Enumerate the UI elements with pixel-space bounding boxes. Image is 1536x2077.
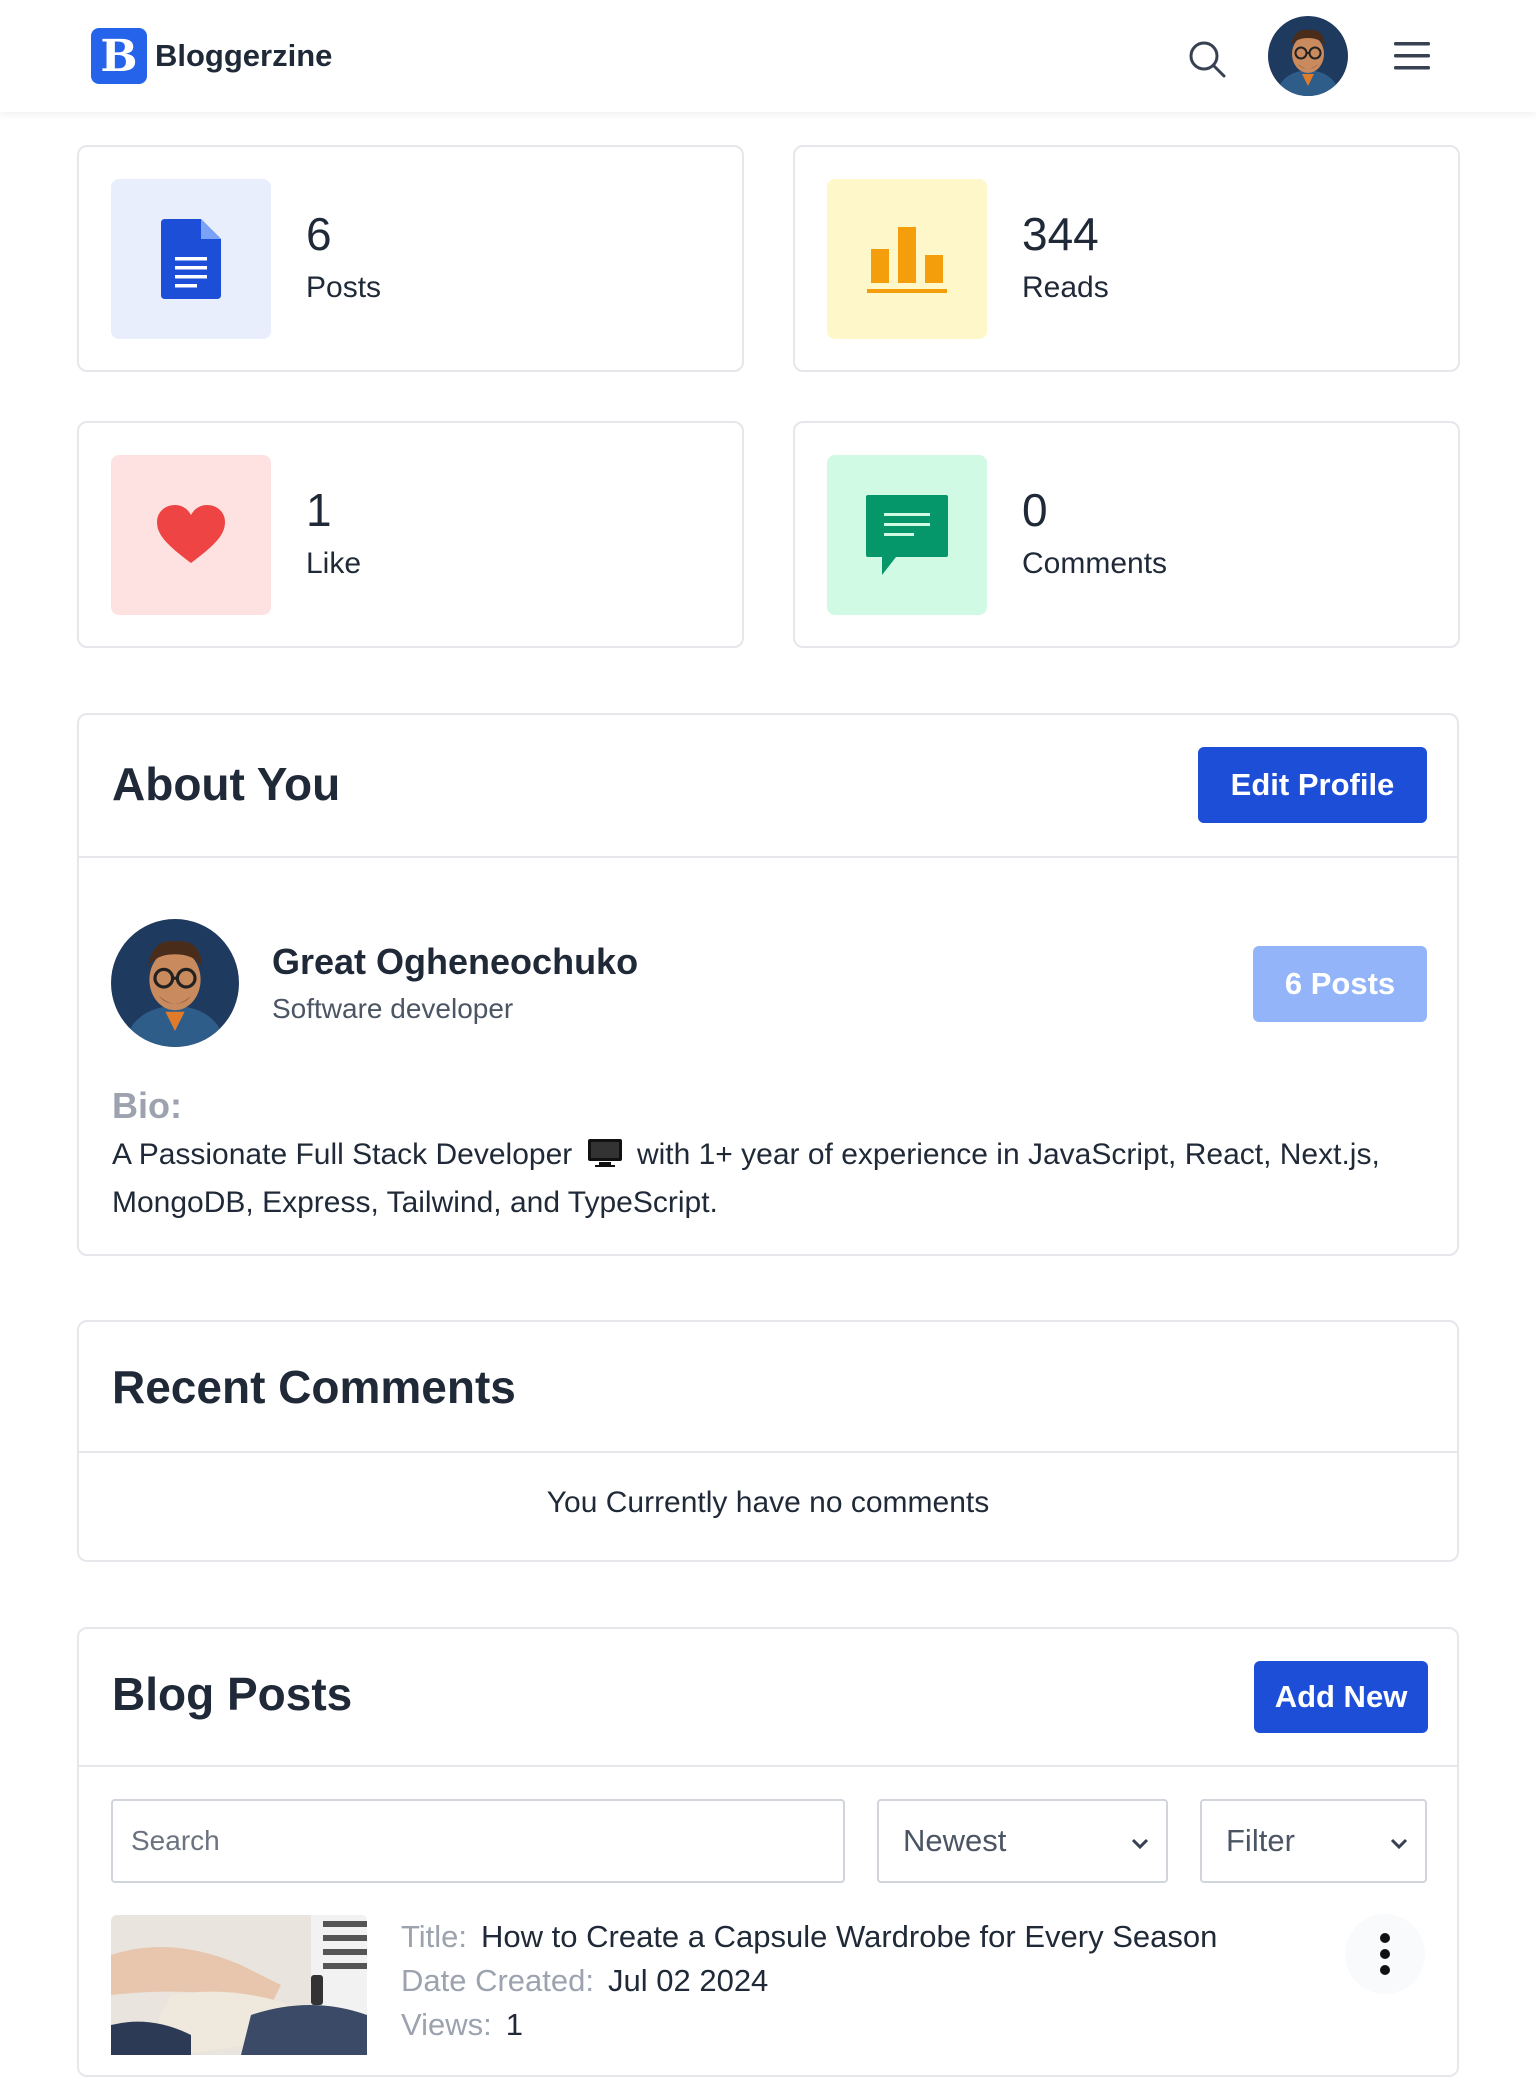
chevron-down-icon	[1131, 1838, 1149, 1850]
edit-profile-button[interactable]: Edit Profile	[1198, 747, 1427, 823]
about-title: About You	[112, 758, 341, 810]
profile-role: Software developer	[272, 993, 514, 1024]
divider	[79, 856, 1457, 858]
sort-select[interactable]: Newest	[877, 1799, 1168, 1883]
recent-comments-card: Recent Comments You Currently have no co…	[77, 1320, 1459, 1562]
comment-icon	[827, 455, 987, 615]
comments-label: Comments	[1022, 547, 1168, 580]
filter-select[interactable]: Filter	[1200, 1799, 1427, 1883]
post-views-row: Views: 1	[401, 2007, 523, 2043]
heart-icon	[111, 455, 271, 615]
reads-label: Reads	[1022, 271, 1109, 304]
no-comments-text: You Currently have no comments	[546, 1486, 990, 1519]
about-you-card: About You Edit Profile Great Ogheneochuk…	[77, 713, 1459, 1256]
stat-card-comments: 0 Comments	[793, 421, 1460, 648]
divider	[79, 1451, 1457, 1453]
blog-posts-title: Blog Posts	[112, 1668, 353, 1720]
user-avatar[interactable]	[1268, 16, 1348, 96]
logo-icon: B	[91, 28, 147, 84]
post-options-icon[interactable]	[1345, 1914, 1425, 1994]
logo-letter: B	[100, 30, 138, 82]
comments-count: 0	[1022, 484, 1048, 536]
computer-icon	[587, 1137, 623, 1181]
post-title-key: Title:	[401, 1919, 468, 1954]
bar-chart-icon	[827, 179, 987, 339]
post-date: Jul 02 2024	[608, 1963, 769, 1998]
bio-label: Bio:	[112, 1085, 182, 1126]
post-views-key: Views:	[401, 2007, 492, 2042]
bio-text-start: A Passionate Full Stack Developer	[112, 1138, 573, 1171]
post-date-key: Date Created:	[401, 1963, 594, 1998]
top-navbar: B Bloggerzine	[0, 0, 1536, 112]
hamburger-menu-icon[interactable]	[1390, 36, 1434, 76]
post-title[interactable]: How to Create a Capsule Wardrobe for Eve…	[481, 1919, 1217, 1954]
brand-logo[interactable]: B Bloggerzine	[91, 28, 332, 84]
profile-avatar	[111, 919, 239, 1047]
post-thumbnail[interactable]	[111, 1915, 367, 2055]
filter-selected-value: Filter	[1226, 1823, 1295, 1858]
brand-name: Bloggerzine	[155, 38, 333, 73]
bio-text: A Passionate Full Stack Developer with 1…	[112, 1133, 1412, 1225]
likes-label: Like	[306, 547, 362, 580]
stat-card-likes: 1 Like	[77, 421, 744, 648]
stat-card-reads: 344 Reads	[793, 145, 1460, 372]
stat-card-posts: 6 Posts	[77, 145, 744, 372]
document-icon	[111, 179, 271, 339]
blog-posts-card: Blog Posts Add New Search Newest Filter	[77, 1627, 1459, 2077]
post-title-row: Title: How to Create a Capsule Wardrobe f…	[401, 1919, 1217, 1955]
reads-count: 344	[1022, 208, 1099, 260]
recent-comments-title: Recent Comments	[112, 1361, 516, 1413]
search-placeholder: Search	[131, 1825, 220, 1856]
chevron-down-icon	[1390, 1838, 1408, 1850]
profile-name: Great Ogheneochuko	[272, 941, 639, 982]
post-date-row: Date Created: Jul 02 2024	[401, 1963, 768, 1999]
post-views: 1	[505, 2007, 523, 2042]
sort-selected-value: Newest	[903, 1823, 1007, 1858]
posts-label: Posts	[306, 271, 382, 304]
search-input[interactable]: Search	[111, 1799, 845, 1883]
search-icon[interactable]	[1186, 38, 1230, 82]
likes-count: 1	[306, 484, 332, 536]
add-new-button[interactable]: Add New	[1254, 1661, 1428, 1733]
posts-count: 6	[306, 208, 332, 260]
divider	[79, 1765, 1457, 1767]
posts-count-badge: 6 Posts	[1253, 946, 1427, 1022]
